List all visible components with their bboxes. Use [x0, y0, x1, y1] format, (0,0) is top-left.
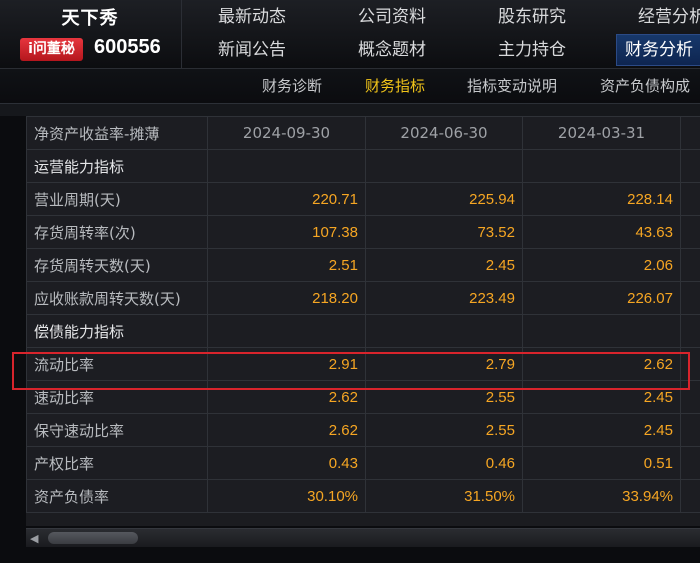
bottom-strip — [0, 547, 700, 563]
cell-value: 33.94% — [522, 479, 681, 513]
app-header: 天下秀 i问董秘 600556 最新动态 公司资料 股东研究 经营分析 新闻公告… — [0, 0, 700, 69]
scroll-thumb[interactable] — [48, 532, 138, 544]
nav-company-info[interactable]: 公司资料 — [358, 2, 426, 32]
cell-value: 223.49 — [365, 281, 523, 315]
cell-value: 220.71 — [207, 182, 366, 216]
horizontal-scrollbar[interactable]: ◀ — [26, 528, 700, 547]
cell-overflow — [680, 314, 700, 348]
cell-value: 30.10% — [207, 479, 366, 513]
toolbar-band — [0, 104, 700, 116]
financial-indicator-table: 净资产收益率-摊薄 2024-09-30 2024-06-30 2024-03-… — [26, 116, 700, 513]
table-row: 速动比率 2.62 2.55 2.45 — [26, 380, 700, 414]
subnav-financial-diagnosis[interactable]: 财务诊断 — [262, 75, 322, 96]
cell-overflow — [680, 446, 700, 480]
table-header-row: 净资产收益率-摊薄 2024-09-30 2024-06-30 2024-03-… — [26, 116, 700, 150]
column-header[interactable]: 2024-03-31 — [522, 116, 681, 150]
table-row: 存货周转天数(天) 2.51 2.45 2.06 — [26, 248, 700, 282]
cell-value: 2.45 — [365, 248, 523, 282]
nav-news-announcements[interactable]: 新闻公告 — [218, 35, 286, 65]
cell-overflow — [680, 380, 700, 414]
stock-name: 天下秀 — [61, 8, 119, 29]
cell-value: 226.07 — [522, 281, 681, 315]
financial-table-container: 净资产收益率-摊薄 2024-09-30 2024-06-30 2024-03-… — [26, 116, 700, 526]
column-header[interactable]: 2024-09-30 — [207, 116, 366, 150]
subnav-balance-sheet-composition[interactable]: 资产负债构成 — [600, 75, 690, 96]
row-label: 存货周转率(次) — [26, 215, 208, 249]
nav-financial-analysis[interactable]: 财务分析 — [616, 34, 700, 66]
cell-value: 0.51 — [522, 446, 681, 480]
cell-overflow — [680, 281, 700, 315]
table-row: 产权比率 0.43 0.46 0.51 — [26, 446, 700, 480]
row-label: 速动比率 — [26, 380, 208, 414]
cell-value: 0.46 — [365, 446, 523, 480]
cell-value: 2.91 — [207, 347, 366, 381]
nav-operation-analysis[interactable]: 经营分析 — [638, 2, 700, 32]
cell-value: 2.55 — [365, 413, 523, 447]
section-label: 偿债能力指标 — [26, 314, 208, 348]
subnav-indicator-change-notes[interactable]: 指标变动说明 — [467, 75, 557, 96]
cell-value — [365, 314, 523, 348]
cell-value: 2.06 — [522, 248, 681, 282]
top-nav: 最新动态 公司资料 股东研究 经营分析 新闻公告 概念题材 主力持仓 财务分析 — [182, 0, 700, 68]
table-row: 应收账款周转天数(天) 218.20 223.49 226.07 — [26, 281, 700, 315]
row-label: 保守速动比率 — [26, 413, 208, 447]
nav-latest-news[interactable]: 最新动态 — [218, 2, 286, 32]
cell-value: 0.43 — [207, 446, 366, 480]
cell-overflow — [680, 347, 700, 381]
row-label: 流动比率 — [26, 347, 208, 381]
cell-value — [207, 314, 366, 348]
nav-main-holdings[interactable]: 主力持仓 — [498, 35, 566, 65]
cell-value: 2.62 — [522, 347, 681, 381]
sub-nav: 财务诊断 财务指标 指标变动说明 资产负债构成 — [0, 69, 700, 104]
table-row: 营业周期(天) 220.71 225.94 228.14 — [26, 182, 700, 216]
scroll-left-arrow-icon[interactable]: ◀ — [30, 532, 38, 545]
table-row: 存货周转率(次) 107.38 73.52 43.63 — [26, 215, 700, 249]
column-header[interactable]: 2024-06-30 — [365, 116, 523, 150]
cell-overflow — [680, 149, 700, 183]
ask-secretary-button[interactable]: i问董秘 — [20, 38, 83, 61]
cell-overflow — [680, 479, 700, 513]
section-label: 运营能力指标 — [26, 149, 208, 183]
row-label: 产权比率 — [26, 446, 208, 480]
cell-value — [365, 149, 523, 183]
cell-value: 107.38 — [207, 215, 366, 249]
cell-value: 73.52 — [365, 215, 523, 249]
cell-value: 31.50% — [365, 479, 523, 513]
cell-value: 2.51 — [207, 248, 366, 282]
table-row: 流动比率 2.91 2.79 2.62 — [26, 347, 700, 381]
nav-shareholder-research[interactable]: 股东研究 — [498, 2, 566, 32]
cell-overflow — [680, 182, 700, 216]
cell-value — [522, 149, 681, 183]
cell-value — [522, 314, 681, 348]
cell-value: 2.55 — [365, 380, 523, 414]
header-label: 净资产收益率-摊薄 — [26, 116, 208, 150]
cell-overflow — [680, 413, 700, 447]
subnav-financial-indicators[interactable]: 财务指标 — [365, 75, 425, 96]
cell-value: 2.45 — [522, 413, 681, 447]
row-label: 存货周转天数(天) — [26, 248, 208, 282]
cell-value: 2.45 — [522, 380, 681, 414]
nav-concept-themes[interactable]: 概念题材 — [358, 35, 426, 65]
table-row: 运营能力指标 — [26, 149, 700, 183]
cell-value: 2.79 — [365, 347, 523, 381]
cell-value: 225.94 — [365, 182, 523, 216]
row-label: 应收账款周转天数(天) — [26, 281, 208, 315]
cell-value — [207, 149, 366, 183]
cell-value: 228.14 — [522, 182, 681, 216]
cell-value: 2.62 — [207, 413, 366, 447]
table-row: 偿债能力指标 — [26, 314, 700, 348]
cell-overflow — [680, 248, 700, 282]
cell-value: 218.20 — [207, 281, 366, 315]
table-row: 资产负债率 30.10% 31.50% 33.94% — [26, 479, 700, 513]
row-label: 资产负债率 — [26, 479, 208, 513]
stock-code: 600556 — [94, 36, 161, 58]
cell-value: 43.63 — [522, 215, 681, 249]
cell-value: 2.62 — [207, 380, 366, 414]
row-label: 营业周期(天) — [26, 182, 208, 216]
cell-overflow — [680, 215, 700, 249]
table-row: 保守速动比率 2.62 2.55 2.45 — [26, 413, 700, 447]
column-header-overflow — [680, 116, 700, 150]
